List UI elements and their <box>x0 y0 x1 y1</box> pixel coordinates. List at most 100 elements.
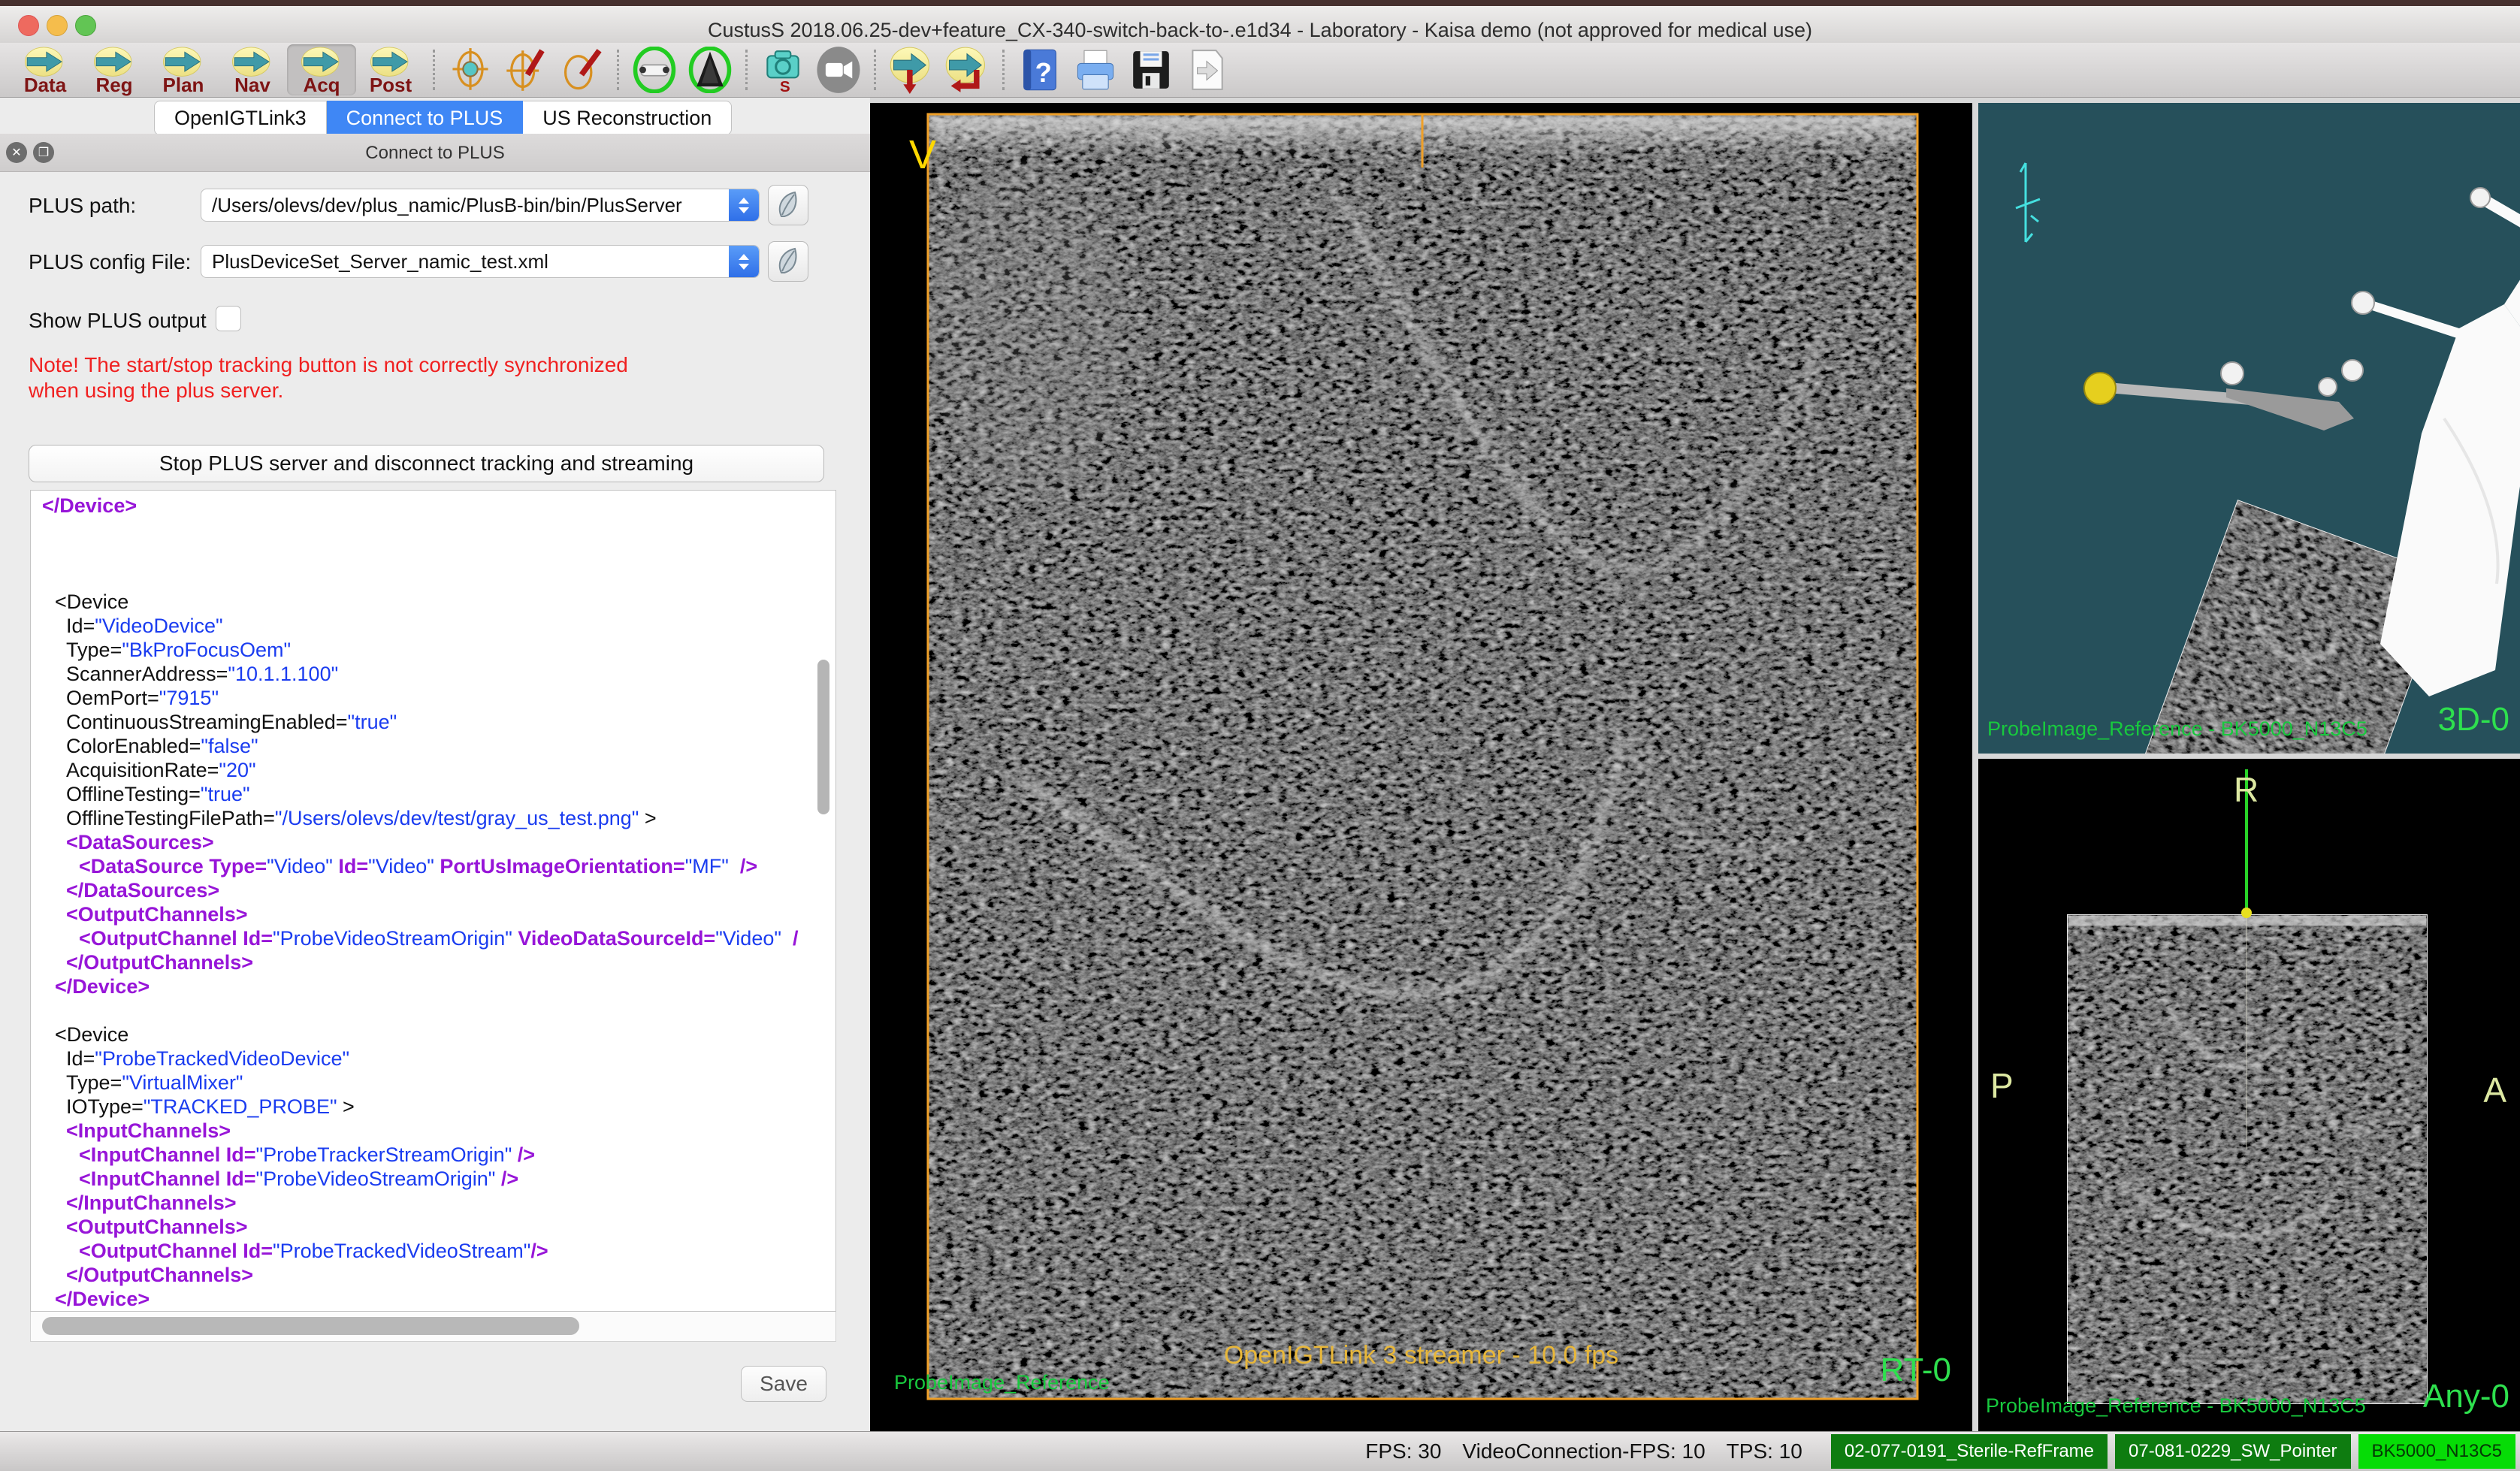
tool-tip-dot <box>2241 908 2252 918</box>
app-window: CustusS 2018.06.25-dev+feature_CX-340-sw… <box>0 0 2520 1471</box>
any-scene <box>1978 759 2520 1431</box>
xml-line: </OutputChannels> <box>31 1263 835 1287</box>
module-button-plan[interactable]: Plan <box>149 44 218 95</box>
probe-image-label: ProbeImage_Reference - BK5000_N13C5 <box>1986 1394 2366 1418</box>
save-button[interactable]: Save <box>741 1366 826 1402</box>
plus-config-stepper[interactable] <box>729 246 759 277</box>
xml-line: Type="BkProFocusOem" <box>31 638 835 662</box>
module-button-acq[interactable]: Acq <box>287 44 356 95</box>
xml-line: <InputChannels> <box>31 1119 835 1143</box>
exit-document-icon <box>1185 47 1228 92</box>
plus-path-browse-button[interactable] <box>768 185 808 225</box>
view-any[interactable]: R P A ProbeImage_Reference - BK5000_N13C… <box>1978 759 2520 1431</box>
xml-line: Type="VirtualMixer" <box>31 1071 835 1095</box>
help-button[interactable]: ? <box>1012 44 1068 95</box>
floppy-save-icon <box>1129 48 1173 92</box>
window-title: CustusS 2018.06.25-dev+feature_CX-340-sw… <box>0 19 2520 42</box>
xml-line: ScannerAddress="10.1.1.100" <box>31 662 835 686</box>
us-image <box>870 103 1972 1431</box>
xml-vertical-scroll-thumb[interactable] <box>817 660 829 814</box>
browse-file-icon <box>775 191 801 219</box>
xml-line: <OutputChannel Id="ProbeVideoStreamOrigi… <box>31 926 835 950</box>
status-badge: 07-081-0229_SW_Pointer <box>2115 1434 2351 1469</box>
xml-line: <OutputChannels> <box>31 902 835 926</box>
panel-header: ✕ ❐ Connect to PLUS <box>0 134 870 172</box>
xml-line: OemPort="7915" <box>31 686 835 710</box>
xml-line: Id="ProbeTrackedVideoDevice" <box>31 1047 835 1071</box>
xml-line: <Device <box>31 590 835 614</box>
stat-text: TPS: 10 <box>1727 1439 1802 1463</box>
stream-status-label: OpenIGTLink 3 streamer - 10.0 fps <box>870 1341 1972 1370</box>
draw-point-button[interactable] <box>554 44 609 95</box>
xml-line: </OutputChannels> <box>31 950 835 974</box>
printer-icon <box>1073 47 1118 92</box>
status-badge: BK5000_N13C5 <box>2358 1434 2515 1469</box>
plus-config-browse-button[interactable] <box>768 241 808 282</box>
module-button-nav[interactable]: Nav <box>218 44 287 95</box>
save-screenshot-button[interactable] <box>1123 44 1179 95</box>
plus-config-xml-editor[interactable]: </Device> <DeviceId="VideoDevice"Type="B… <box>30 490 836 1312</box>
title-bar: CustusS 2018.06.25-dev+feature_CX-340-sw… <box>0 6 2520 44</box>
view-corner-label-rt0: RT-0 <box>1880 1352 1951 1389</box>
plus-config-combo[interactable]: PlusDeviceSet_Server_namic_test.xml <box>201 245 760 278</box>
status-badge: 02-077-0191_Sterile-RefFrame <box>1831 1434 2108 1469</box>
import-session-button[interactable] <box>939 44 995 95</box>
xml-horizontal-scroll-thumb[interactable] <box>42 1317 579 1335</box>
xml-line: <OutputChannel Id="ProbeTrackedVideoStre… <box>31 1239 835 1263</box>
view-corner-label-any0: Any-0 <box>2423 1378 2509 1415</box>
xml-vertical-scrollbar[interactable] <box>816 491 832 1311</box>
plus-config-value: PlusDeviceSet_Server_namic_test.xml <box>201 250 729 273</box>
tab-connect-to-plus[interactable]: Connect to PLUS <box>327 101 524 135</box>
print-button[interactable] <box>1068 44 1123 95</box>
show-plus-output-checkbox[interactable] <box>216 306 241 331</box>
quit-button[interactable] <box>1179 44 1234 95</box>
module-button-post[interactable]: Post <box>356 44 425 95</box>
stop-plus-server-button[interactable]: Stop PLUS server and disconnect tracking… <box>29 445 824 482</box>
orientation-label-v: V <box>909 131 936 178</box>
probe-streaming-button[interactable] <box>682 44 738 95</box>
xml-line: Id="VideoDevice" <box>31 614 835 638</box>
module-label: Post <box>370 77 412 93</box>
tab-us-reconstruction[interactable]: US Reconstruction <box>523 101 732 135</box>
set-center-button[interactable] <box>498 44 554 95</box>
xml-line: </Device> <box>31 1287 835 1311</box>
xml-line <box>31 998 835 1022</box>
xml-line <box>31 566 835 590</box>
xml-line <box>31 518 835 542</box>
screenshot-button[interactable]: S <box>755 44 811 95</box>
svg-text:?: ? <box>1035 57 1052 88</box>
xml-line: ColorEnabled="false" <box>31 734 835 758</box>
xml-content: </Device> <DeviceId="VideoDevice"Type="B… <box>31 491 835 1311</box>
xml-line: OfflineTesting="true" <box>31 782 835 806</box>
probe-image-label: ProbeImage_Reference - BK5000_N13C5 <box>1987 717 2367 741</box>
center-view-button[interactable] <box>443 44 498 95</box>
module-button-reg[interactable]: Reg <box>80 44 149 95</box>
module-label: Plan <box>163 77 204 93</box>
xml-line: <InputChannel Id="ProbeVideoStreamOrigin… <box>31 1167 835 1191</box>
view-3d[interactable]: ProbeImage_Reference - BK5000_N13C5 3D-0 <box>1978 103 2520 754</box>
import-data-button[interactable] <box>884 44 939 95</box>
tab-openigtlink3[interactable]: OpenIGTLink3 <box>154 101 327 135</box>
xml-line: <DataSource Type="Video" Id="Video" Port… <box>31 854 835 878</box>
realtime-us-view[interactable]: V OpenIGTLink 3 streamer - 10.0 fps Prob… <box>870 103 1972 1431</box>
chevron-up-icon <box>739 254 749 260</box>
module-button-data[interactable]: Data <box>11 44 80 95</box>
chevron-down-icon <box>739 264 749 270</box>
plus-path-combo[interactable]: /Users/olevs/dev/plus_namic/PlusB-bin/bi… <box>201 189 760 222</box>
status-bar: FPS: 30VideoConnection-FPS: 10TPS: 10 02… <box>0 1431 2520 1471</box>
xml-line: OfflineTestingFilePath="/Users/olevs/dev… <box>31 806 835 830</box>
xml-horizontal-scrollbar[interactable] <box>30 1312 836 1342</box>
record-button[interactable] <box>811 44 866 95</box>
plus-path-stepper[interactable] <box>729 189 759 221</box>
xml-line: AcquisitionRate="20" <box>31 758 835 782</box>
main-toolbar: Data Reg Plan NavAcq Post <box>0 43 2520 98</box>
svg-text:S: S <box>780 78 790 93</box>
toolbar-separator <box>745 50 748 90</box>
xml-line: </Device> <box>31 974 835 998</box>
tracking-toggle-button[interactable] <box>627 44 682 95</box>
tracker-reference-icon <box>631 47 678 93</box>
view-corner-label-3d0: 3D-0 <box>2438 701 2509 739</box>
workflow-modules: Data Reg Plan NavAcq Post <box>11 44 425 95</box>
xml-line: IOType="TRACKED_PROBE" > <box>31 1095 835 1119</box>
module-label: Reg <box>95 77 132 93</box>
